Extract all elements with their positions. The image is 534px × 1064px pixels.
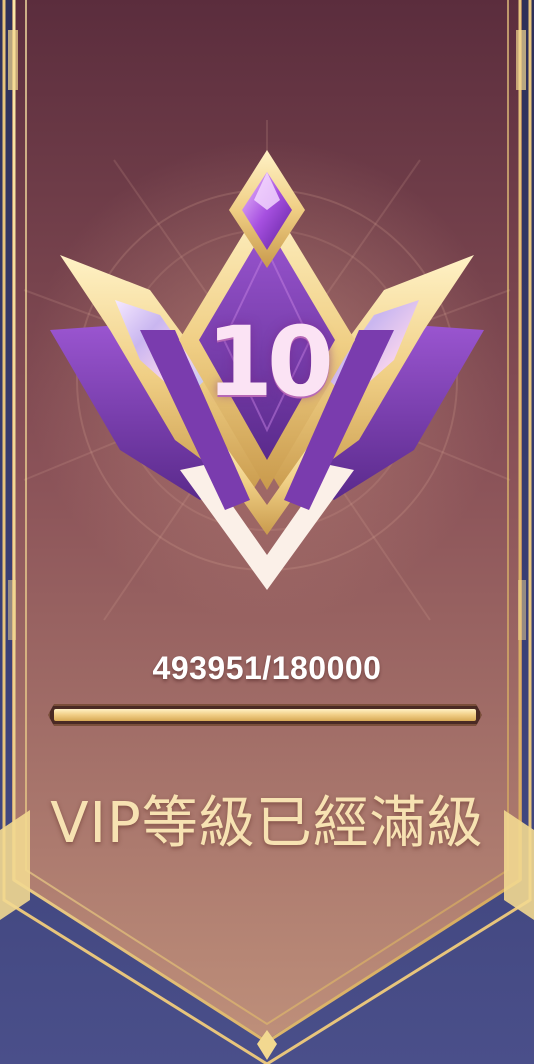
vip-level-number: 10 — [206, 306, 334, 418]
vip-max-level-message: VIP等級已經滿級 — [50, 791, 484, 856]
vip-level-screen: 10 493951/180000 VIP等級已經滿級 — [0, 0, 534, 1064]
vip-progress-fill — [54, 709, 476, 721]
vip-progress-text: 493951/180000 — [152, 650, 382, 686]
vip-progress-bar — [48, 704, 482, 726]
vip-banner — [0, 0, 534, 1064]
